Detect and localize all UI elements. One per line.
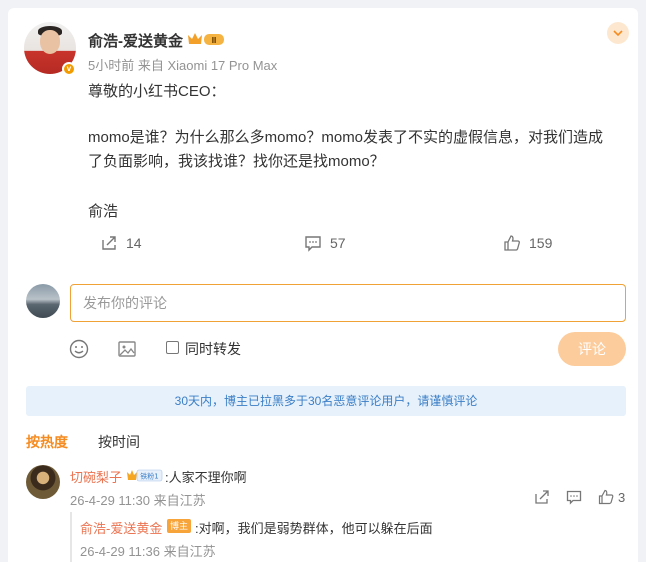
post-source: 来自 Xiaomi 17 Pro Max — [137, 58, 278, 73]
thumbs-up-icon — [598, 489, 614, 505]
svg-text:Ⅱ: Ⅱ — [211, 36, 216, 45]
repost-count: 14 — [126, 235, 142, 251]
vip-crown-icon[interactable]: Ⅱ — [187, 31, 225, 47]
reply-author-name[interactable]: 俞浩-爱送黄金 — [80, 518, 162, 537]
reply-time: 26-4-29 11:36 — [80, 544, 160, 559]
comment-actions: 3 — [534, 489, 625, 505]
post-body-line2: 了负面影响，我该找谁？找你还是找momo？ — [88, 153, 385, 170]
commenter-name[interactable]: 切碗梨子 — [70, 467, 122, 486]
comment-meta: 26-4-29 11:30 来自江苏 — [70, 490, 206, 509]
sort-by-hot-tab[interactable]: 按热度 — [26, 432, 68, 452]
current-user-avatar — [26, 284, 60, 318]
repost-icon — [102, 236, 116, 250]
fan-badge-icon: 铁粉1 — [127, 469, 163, 482]
like-button[interactable]: 159 — [503, 234, 552, 252]
comment-location: 来自江苏 — [153, 493, 206, 508]
blocklist-notice: 30天内，博主已拉黑多于30名恶意评论用户，请谨慎评论 — [26, 386, 626, 416]
submit-comment-button[interactable]: 评论 — [558, 332, 626, 366]
chevron-down-icon[interactable] — [607, 22, 629, 44]
author-badge: 博主 — [167, 519, 191, 533]
post-time[interactable]: 5小时前 — [88, 58, 134, 73]
sort-by-time-tab[interactable]: 按时间 — [98, 432, 140, 452]
comment-input[interactable]: 发布你的评论 — [70, 284, 626, 322]
comment-text: :人家不理你啊 — [165, 470, 247, 485]
comment-time: 26-4-29 11:30 — [70, 493, 150, 508]
repost-icon[interactable] — [534, 489, 550, 505]
reply-location: 来自江苏 — [163, 544, 216, 559]
weibo-post-card: v 俞浩-爱送黄金 Ⅱ 5小时前 来自 Xiaomi 17 Pro Max 尊敬… — [8, 8, 638, 562]
post-body-line1: momo是谁？为什么那么多momo？momo发表了不实的虚假信息，对我们造成 — [88, 129, 604, 146]
commenter-avatar[interactable] — [26, 465, 60, 499]
comment-like-count: 3 — [618, 489, 626, 505]
repost-checkbox[interactable] — [166, 341, 179, 354]
comment-icon[interactable] — [566, 489, 582, 505]
reply-meta: 26-4-29 11:36 来自江苏 — [80, 541, 216, 560]
post-meta: 5小时前 来自 Xiaomi 17 Pro Max — [88, 55, 277, 74]
comment-button[interactable]: 57 — [304, 234, 346, 252]
repost-checkbox-label[interactable]: 同时转发 — [185, 339, 241, 359]
like-count: 159 — [529, 235, 553, 251]
reply-text: :对啊，我们是弱势群体，他可以躲在后面 — [195, 521, 433, 536]
comment-count: 57 — [330, 235, 346, 251]
comment-icon — [305, 236, 321, 252]
image-icon[interactable] — [116, 338, 138, 360]
emoji-icon[interactable] — [68, 338, 90, 360]
post-greeting: 尊敬的小红书CEO： — [88, 83, 226, 100]
fan-badge-label: 铁粉1 — [140, 472, 158, 481]
author-name[interactable]: 俞浩-爱送黄金 — [88, 30, 183, 51]
comment-like-button[interactable]: 3 — [598, 489, 625, 505]
post-signature: 俞浩 — [88, 203, 119, 220]
verified-icon: v — [62, 62, 76, 76]
repost-button[interactable]: 14 — [100, 234, 142, 252]
thumbs-up-icon — [504, 235, 520, 251]
